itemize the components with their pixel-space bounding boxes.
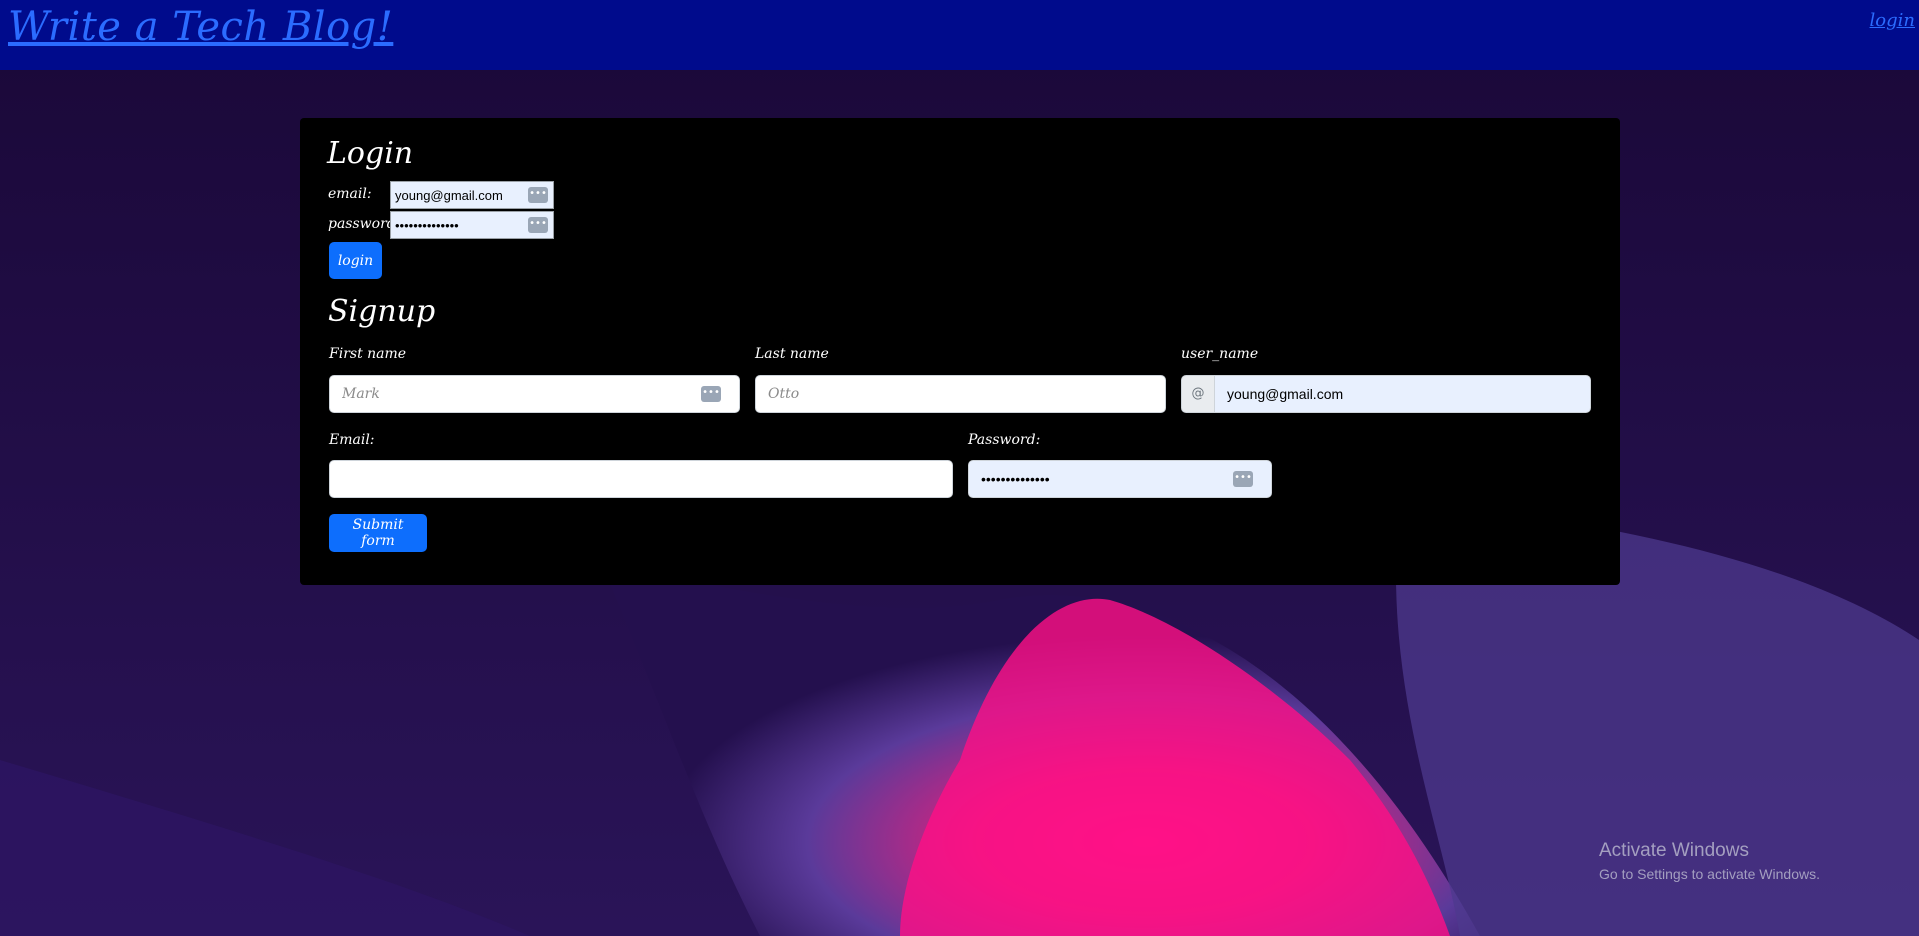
signup-heading: Signup [328, 294, 436, 329]
login-button[interactable]: login [329, 242, 382, 279]
first-name-label: First name [329, 346, 407, 362]
username-prefix-addon: @ [1181, 375, 1215, 413]
username-label: user_name [1181, 346, 1259, 362]
password-manager-key-icon[interactable]: ••• [701, 386, 721, 402]
signup-email-input[interactable] [329, 460, 953, 498]
watermark-subtitle: Go to Settings to activate Windows. [1599, 866, 1820, 882]
password-manager-key-icon[interactable]: ••• [528, 187, 548, 203]
last-name-label: Last name [755, 346, 829, 362]
activate-windows-watermark: Activate Windows Go to Settings to activ… [1599, 840, 1820, 882]
submit-form-button[interactable]: Submit form [329, 514, 427, 552]
signup-password-input[interactable] [968, 460, 1272, 498]
signup-password-label: Password: [968, 432, 1041, 448]
signup-email-label: Email: [329, 432, 375, 448]
last-name-input[interactable] [755, 375, 1166, 413]
nav-login-link[interactable]: login [1870, 10, 1915, 31]
first-name-input[interactable] [329, 375, 740, 413]
password-manager-key-icon[interactable]: ••• [1233, 471, 1253, 487]
auth-card: Login email: ••• password: ••• login Sig… [300, 118, 1620, 585]
login-heading: Login [327, 136, 414, 171]
password-manager-key-icon[interactable]: ••• [528, 217, 548, 233]
brand-link[interactable]: Write a Tech Blog! [8, 4, 393, 50]
watermark-title: Activate Windows [1599, 840, 1749, 861]
login-email-label: email: [328, 186, 372, 202]
top-navbar: Write a Tech Blog! login [0, 0, 1919, 70]
username-input[interactable] [1214, 375, 1591, 413]
